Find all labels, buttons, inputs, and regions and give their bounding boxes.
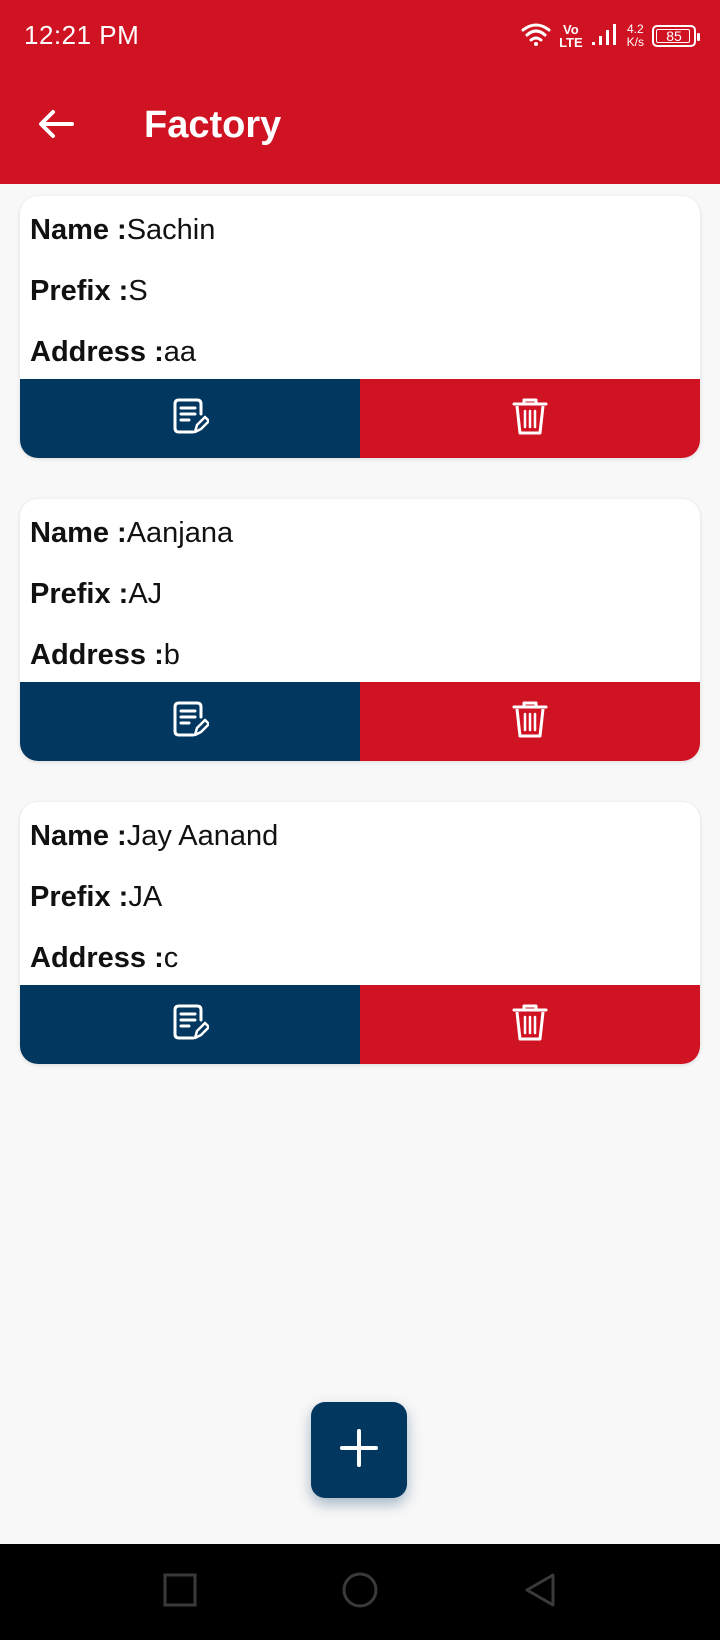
back-nav-button[interactable] bbox=[520, 1572, 560, 1612]
prefix-label: Prefix : bbox=[30, 275, 129, 307]
trash-icon bbox=[512, 699, 548, 744]
signal-icon bbox=[591, 22, 619, 51]
toolbar: Factory bbox=[0, 76, 720, 184]
delete-button[interactable] bbox=[360, 682, 700, 761]
name-value: Sachin bbox=[126, 214, 216, 246]
address-label: Address : bbox=[30, 336, 164, 368]
battery-icon: 85 bbox=[652, 25, 700, 47]
name-label: Name : bbox=[30, 820, 127, 852]
card-actions bbox=[20, 682, 700, 761]
app-bar: 12:21 PM Vo LTE 4.2 K/s 85 Factory bbox=[0, 0, 720, 184]
volte-bottom-text: LTE bbox=[559, 35, 583, 50]
status-time: 12:21 PM bbox=[24, 20, 140, 50]
delete-button[interactable] bbox=[360, 985, 700, 1064]
delete-button[interactable] bbox=[360, 379, 700, 458]
address-label: Address : bbox=[30, 942, 164, 974]
edit-button[interactable] bbox=[20, 682, 360, 761]
name-label: Name : bbox=[30, 517, 127, 549]
address-value: b bbox=[163, 639, 180, 671]
arrow-left-icon bbox=[38, 109, 74, 144]
prefix-label: Prefix : bbox=[30, 881, 129, 913]
home-circle-icon bbox=[341, 1571, 379, 1614]
address-value: aa bbox=[163, 336, 197, 368]
speed-value: 4.2 bbox=[626, 22, 644, 36]
trash-icon bbox=[512, 1002, 548, 1047]
battery-level: 85 bbox=[666, 28, 682, 44]
prefix-value: JA bbox=[128, 881, 163, 913]
back-triangle-icon bbox=[523, 1572, 557, 1613]
page-title: Factory bbox=[144, 104, 282, 146]
name-value: Aanjana bbox=[126, 517, 234, 549]
trash-icon bbox=[512, 396, 548, 441]
factory-card: Name :Jay Aanand Prefix :JA Address :c bbox=[20, 802, 700, 1064]
factory-card: Name :Aanjana Prefix :AJ Address :b bbox=[20, 499, 700, 761]
prefix-field: Prefix :S bbox=[30, 271, 690, 332]
factory-fields: Name :Sachin Prefix :S Address :aa bbox=[20, 196, 700, 379]
prefix-value: S bbox=[128, 275, 148, 307]
edit-note-icon bbox=[171, 396, 211, 441]
factory-fields: Name :Jay Aanand Prefix :JA Address :c bbox=[20, 802, 700, 985]
card-actions bbox=[20, 985, 700, 1064]
factory-card: Name :Sachin Prefix :S Address :aa bbox=[20, 196, 700, 458]
factory-list: Name :Sachin Prefix :S Address :aa Name … bbox=[20, 196, 700, 1105]
speed-unit: K/s bbox=[626, 35, 644, 49]
network-speed: 4.2 K/s bbox=[627, 23, 644, 49]
status-icons: Vo LTE 4.2 K/s 85 bbox=[521, 18, 700, 54]
name-field: Name :Aanjana bbox=[30, 513, 690, 574]
wifi-icon bbox=[521, 22, 551, 51]
edit-button[interactable] bbox=[20, 379, 360, 458]
card-actions bbox=[20, 379, 700, 458]
prefix-field: Prefix :JA bbox=[30, 877, 690, 938]
edit-button[interactable] bbox=[20, 985, 360, 1064]
status-bar: 12:21 PM Vo LTE 4.2 K/s 85 bbox=[0, 0, 720, 76]
system-nav-bar bbox=[0, 1544, 720, 1640]
prefix-value: AJ bbox=[128, 578, 163, 610]
edit-note-icon bbox=[171, 1002, 211, 1047]
factory-fields: Name :Aanjana Prefix :AJ Address :b bbox=[20, 499, 700, 682]
add-factory-button[interactable] bbox=[311, 1402, 407, 1498]
prefix-field: Prefix :AJ bbox=[30, 574, 690, 635]
volte-icon: Vo LTE bbox=[559, 23, 583, 49]
edit-note-icon bbox=[171, 699, 211, 744]
recents-button[interactable] bbox=[160, 1572, 200, 1612]
name-field: Name :Jay Aanand bbox=[30, 816, 690, 877]
back-button[interactable] bbox=[30, 100, 82, 152]
recents-square-icon bbox=[163, 1573, 197, 1612]
address-value: c bbox=[163, 942, 179, 974]
home-button[interactable] bbox=[340, 1572, 380, 1612]
plus-icon bbox=[339, 1428, 379, 1473]
name-label: Name : bbox=[30, 214, 127, 246]
name-field: Name :Sachin bbox=[30, 210, 690, 271]
prefix-label: Prefix : bbox=[30, 578, 129, 610]
name-value: Jay Aanand bbox=[126, 820, 279, 852]
address-label: Address : bbox=[30, 639, 164, 671]
